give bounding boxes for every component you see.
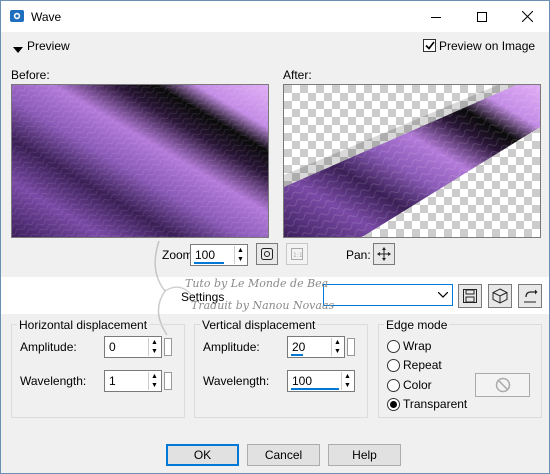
spin-up-icon[interactable]: ▲: [332, 338, 343, 347]
reset-icon: [524, 289, 538, 303]
pan-label: Pan:: [346, 248, 371, 262]
spin-arrows[interactable]: ▲ ▼: [341, 372, 353, 390]
ok-button[interactable]: OK: [166, 444, 239, 466]
cancel-button[interactable]: Cancel: [247, 444, 320, 466]
close-icon: [521, 11, 533, 22]
before-preview[interactable]: [11, 84, 269, 238]
vertical-group-title: Vertical displacement: [200, 318, 318, 332]
vertical-amplitude-value: 20: [292, 340, 306, 354]
vertical-amplitude-progress: [291, 354, 303, 356]
horizontal-wavelength-label: Wavelength:: [20, 374, 87, 388]
spin-arrows[interactable]: ▲ ▼: [148, 372, 160, 390]
minimize-icon: [431, 16, 441, 18]
zoom-fit-button[interactable]: [256, 243, 278, 265]
randomize-button[interactable]: [488, 284, 512, 308]
edge-mode-wrap-label[interactable]: Wrap: [403, 339, 431, 353]
vertical-amplitude-spinner[interactable]: 20 ▲ ▼: [287, 336, 345, 358]
zoom-spin-arrows[interactable]: ▲ ▼: [234, 246, 246, 264]
svg-text:1:1: 1:1: [293, 252, 303, 259]
close-button[interactable]: [504, 1, 550, 32]
after-image: [284, 85, 540, 237]
vertical-wavelength-progress: [291, 388, 339, 390]
horizontal-wavelength-value: 1: [109, 374, 116, 388]
save-preset-button[interactable]: [458, 284, 482, 308]
spin-up-icon[interactable]: ▲: [149, 338, 160, 347]
edge-mode-repeat-label[interactable]: Repeat: [403, 358, 442, 372]
vertical-wavelength-value: 100: [292, 374, 313, 388]
maximize-icon: [477, 11, 487, 22]
edge-mode-repeat-radio[interactable]: [387, 359, 400, 372]
edge-mode-wrap-radio[interactable]: [387, 340, 400, 353]
edge-mode-color-radio[interactable]: [387, 379, 400, 392]
zoom-fit-icon: [261, 248, 273, 260]
chevron-down-icon: [13, 47, 23, 53]
chevron-down-icon: [438, 292, 448, 298]
preview-on-image-checkbox[interactable]: [423, 39, 436, 52]
zoom-value: 100: [195, 248, 216, 262]
settings-dropdown[interactable]: [323, 284, 453, 306]
settings-label: Settings: [181, 290, 225, 304]
edge-mode-transparent-radio[interactable]: [387, 398, 400, 411]
maximize-button[interactable]: [459, 1, 505, 32]
horizontal-group-title: Horizontal displacement: [17, 318, 150, 332]
preview-toggle-label[interactable]: Preview: [27, 39, 70, 53]
zoom-spinner[interactable]: 100 ▲ ▼: [190, 244, 248, 266]
spin-up-icon[interactable]: ▲: [342, 372, 353, 381]
before-image: [12, 85, 268, 237]
wave-dialog: Wave Preview Preview on Image Before: Af…: [0, 0, 550, 474]
after-preview[interactable]: [283, 84, 541, 238]
app-icon: [9, 9, 25, 23]
spin-down-icon[interactable]: ▼: [149, 381, 160, 390]
title-bar: Wave: [1, 1, 549, 32]
spin-arrows[interactable]: ▲ ▼: [148, 338, 160, 356]
preview-bar: Preview Preview on Image: [1, 32, 549, 60]
edge-mode-title: Edge mode: [384, 318, 450, 332]
horizontal-amplitude-value: 0: [109, 340, 116, 354]
spin-up-icon[interactable]: ▲: [235, 246, 246, 255]
zoom-progress: [194, 262, 224, 264]
save-icon: [463, 289, 477, 303]
spin-down-icon[interactable]: ▼: [332, 347, 343, 356]
preview-toggle[interactable]: [13, 42, 23, 56]
move-icon: [377, 247, 391, 261]
preview-on-image-label[interactable]: Preview on Image: [439, 39, 535, 53]
radio-selected-dot: [390, 401, 397, 408]
vertical-wavelength-label: Wavelength:: [203, 374, 270, 388]
horizontal-wavelength-spinner[interactable]: 1 ▲ ▼: [104, 370, 162, 392]
checkmark-icon: [424, 41, 435, 50]
pan-button[interactable]: [373, 243, 395, 265]
horizontal-amplitude-slider[interactable]: [164, 338, 172, 356]
zoom-actual-icon: 1:1: [291, 248, 303, 260]
edge-mode-transparent-label[interactable]: Transparent: [403, 397, 467, 411]
help-button[interactable]: Help: [328, 444, 401, 466]
spin-down-icon[interactable]: ▼: [342, 381, 353, 390]
horizontal-wavelength-slider[interactable]: [164, 372, 172, 390]
edge-color-swatch[interactable]: [475, 373, 530, 397]
window-title: Wave: [31, 10, 62, 24]
dice-icon: [492, 288, 508, 304]
spin-up-icon[interactable]: ▲: [149, 372, 160, 381]
minimize-button[interactable]: [413, 1, 459, 32]
spin-arrows[interactable]: ▲ ▼: [331, 338, 343, 356]
vertical-wavelength-spinner[interactable]: 100 ▲ ▼: [287, 370, 355, 392]
zoom-actual-button[interactable]: 1:1: [286, 243, 308, 265]
horizontal-amplitude-label: Amplitude:: [20, 340, 77, 354]
vertical-amplitude-label: Amplitude:: [203, 340, 260, 354]
horizontal-amplitude-spinner[interactable]: 0 ▲ ▼: [104, 336, 162, 358]
spin-down-icon[interactable]: ▼: [149, 347, 160, 356]
edge-mode-color-label[interactable]: Color: [403, 378, 432, 392]
reset-button[interactable]: [518, 284, 542, 308]
before-label: Before:: [11, 68, 50, 82]
no-color-icon: [495, 377, 510, 393]
vertical-amplitude-slider[interactable]: [347, 338, 355, 356]
after-label: After:: [283, 68, 312, 82]
spin-down-icon[interactable]: ▼: [235, 255, 246, 264]
